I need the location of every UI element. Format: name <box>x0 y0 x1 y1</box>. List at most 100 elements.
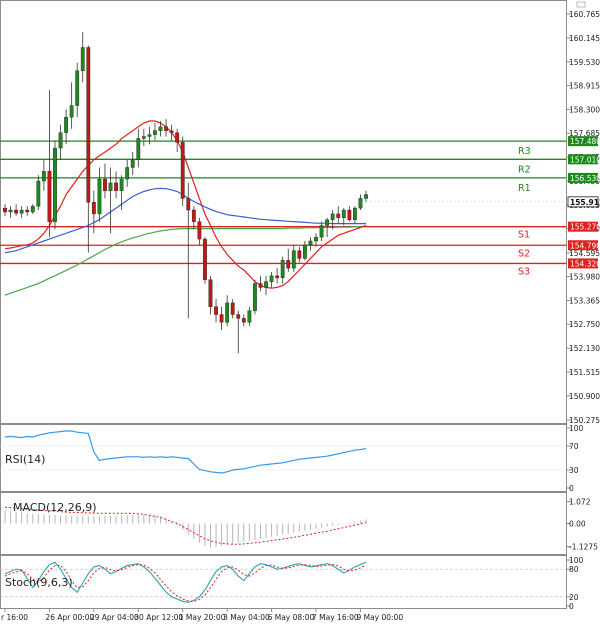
macd-tick-label: 0.00 <box>569 519 586 528</box>
price-tick-label: 153.365 <box>569 296 600 305</box>
level-price-label: 156.530 <box>570 174 600 183</box>
stoch-panel <box>0 555 567 609</box>
candle-bearish <box>47 171 52 222</box>
price-panel <box>0 0 567 424</box>
rsi-label: RSI(14) <box>5 453 45 466</box>
candle-bullish <box>264 281 268 288</box>
price-tick-label: 150.900 <box>569 392 600 401</box>
candle-bullish <box>341 209 346 218</box>
candle-bearish <box>169 130 174 133</box>
candle-bullish <box>119 178 124 191</box>
candle-bullish <box>158 126 163 131</box>
candle-bearish <box>164 126 168 131</box>
candle-bearish <box>214 306 218 315</box>
candle-bullish <box>41 171 46 182</box>
candle-bearish <box>25 209 30 213</box>
x-tick-label: r 16:00 <box>1 613 28 622</box>
candle-bullish <box>108 182 113 191</box>
candle-bullish <box>247 310 252 323</box>
candle-bearish <box>241 318 246 323</box>
rsi-panel <box>0 424 567 492</box>
candle-bearish <box>180 142 185 199</box>
candle-bullish <box>319 225 324 238</box>
candle-bearish <box>258 283 263 288</box>
candle-bullish <box>36 180 41 207</box>
candle-bearish <box>191 209 196 222</box>
price-tick-label: 158.915 <box>569 82 600 91</box>
candle-bullish <box>125 167 130 180</box>
candle-bullish <box>364 194 368 199</box>
x-tick-label: 26 Apr 00:00 <box>45 613 94 622</box>
candle-bullish <box>141 136 146 139</box>
candle-bullish <box>80 47 85 71</box>
price-tick-label: 152.130 <box>569 344 600 353</box>
candle-bearish <box>3 207 7 213</box>
price-tick-label: 158.300 <box>569 105 600 114</box>
price-tick-label: 160.765 <box>569 10 600 19</box>
level-name-r2: R2 <box>518 164 531 175</box>
candle-bearish <box>91 202 96 215</box>
candle-bullish <box>358 198 363 209</box>
level-name-s3: S3 <box>518 266 530 277</box>
candle-bearish <box>236 314 241 319</box>
candle-bullish <box>147 134 152 137</box>
price-tick-label: 153.980 <box>569 273 600 282</box>
price-tick-label: 152.750 <box>569 320 600 329</box>
x-tick-label: 30 Apr 12:00 <box>134 613 183 622</box>
candle-bullish <box>8 209 13 213</box>
candle-bearish <box>347 209 352 220</box>
candle-bullish <box>308 240 313 246</box>
candle-bearish <box>286 260 291 269</box>
candle-bullish <box>130 159 135 168</box>
candle-bullish <box>314 236 318 242</box>
candle-bullish <box>75 70 80 106</box>
candle-bullish <box>330 213 335 220</box>
candle-bullish <box>269 275 274 282</box>
candle-bearish <box>175 132 180 143</box>
forex-chart: 160.765160.145159.530158.915158.300157.6… <box>0 0 600 622</box>
candle-bullish <box>97 178 102 215</box>
candle-bearish <box>186 198 191 211</box>
candle-bullish <box>136 138 141 160</box>
candle-bullish <box>291 250 296 269</box>
level-name-r1: R1 <box>518 183 531 194</box>
level-name-r3: R3 <box>518 146 531 157</box>
candle-bearish <box>275 275 280 278</box>
level-price-label: 157.010 <box>570 155 600 164</box>
candle-bearish <box>297 250 302 259</box>
stoch-tick-label: 80 <box>569 565 579 574</box>
macd-tick-label: 1.072 <box>569 498 591 507</box>
level-price-label: 157.480 <box>570 137 600 146</box>
level-price-label: 154.320 <box>570 259 600 268</box>
x-tick-label: 9 May 00:00 <box>356 613 403 622</box>
stoch-tick-label: 20 <box>569 593 579 602</box>
candle-bullish <box>325 219 330 226</box>
candle-bearish <box>219 314 224 323</box>
price-tick-label: 160.145 <box>569 34 600 43</box>
candle-bullish <box>64 116 68 133</box>
candle-bearish <box>197 221 202 240</box>
rsi-tick-label: 30 <box>569 466 579 475</box>
x-tick-label: 1 May 20:00 <box>179 613 226 622</box>
candle-bearish <box>208 279 213 307</box>
stoch-tick-label: 0 <box>569 602 574 611</box>
corner-box-icon <box>576 1 586 8</box>
candle-bullish <box>225 302 230 323</box>
candle-bullish <box>53 147 57 222</box>
x-tick-label: 7 May 16:00 <box>312 613 359 622</box>
candle-bearish <box>86 47 91 203</box>
x-tick-label: 29 Apr 04:00 <box>90 613 139 622</box>
stoch-tick-label: 100 <box>569 556 584 565</box>
rsi-tick-label: 70 <box>569 442 579 451</box>
candle-bullish <box>280 260 285 278</box>
macd-tick-label: -1.1275 <box>569 542 598 551</box>
candle-bearish <box>114 182 118 191</box>
candle-bearish <box>230 302 235 315</box>
candle-bullish <box>30 205 35 213</box>
x-tick-label: 6 May 08:00 <box>268 613 315 622</box>
level-price-label: 154.790 <box>570 241 600 250</box>
candle-bearish <box>336 213 341 218</box>
candle-bearish <box>203 238 207 280</box>
rsi-tick-label: 0 <box>569 484 574 493</box>
macd-label: MACD(12,26,9) <box>13 501 97 514</box>
